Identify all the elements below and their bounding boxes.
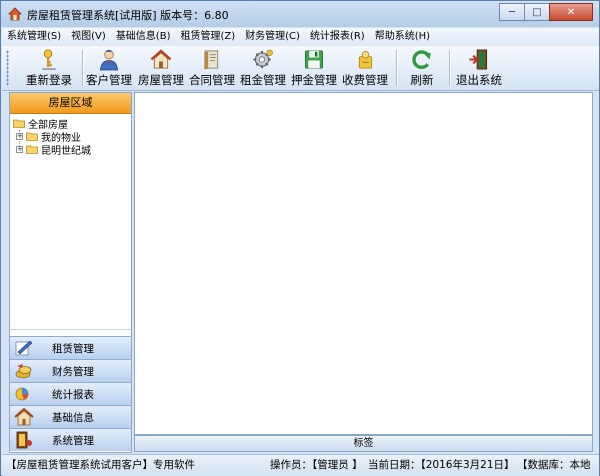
status-bar: 【房屋租赁管理系统试用客户】专用软件 操作员：【管理员 】 当前日期：【2016… bbox=[2, 454, 599, 476]
menu-finance[interactable]: 财务管理(C) bbox=[240, 28, 305, 46]
folder-icon bbox=[26, 132, 38, 141]
left-panel-header: 房屋区域 bbox=[10, 93, 131, 114]
system-icon bbox=[16, 431, 32, 449]
toolbar-separator bbox=[449, 50, 451, 86]
nav-label: 统计报表 bbox=[52, 388, 94, 401]
main-content-area[interactable] bbox=[134, 92, 593, 435]
menu-lease[interactable]: 租赁管理(Z) bbox=[175, 28, 240, 46]
nav-basic-info[interactable]: 基础信息 bbox=[10, 405, 131, 428]
toolbar-label: 房屋管理 bbox=[138, 73, 184, 87]
nav-reports[interactable]: 统计报表 bbox=[10, 382, 131, 405]
exit-door-icon bbox=[469, 49, 488, 70]
nav-lease[interactable]: 租赁管理 bbox=[10, 336, 131, 359]
house-tree: 全部房屋 + 我的物业 + 昆明世纪城 bbox=[10, 114, 131, 331]
window-controls: ─ □ ✕ bbox=[499, 3, 593, 21]
nav-system[interactable]: 系统管理 bbox=[10, 428, 131, 451]
tree-node-label: 昆明世纪城 bbox=[41, 146, 91, 157]
toolbar-separator bbox=[396, 50, 398, 86]
house-icon bbox=[150, 49, 172, 69]
deposit-button[interactable]: 押金管理 bbox=[291, 48, 337, 88]
lease-icon bbox=[15, 340, 33, 356]
status-database: 【数据库：本地 bbox=[517, 459, 591, 471]
toolbar-label: 租金管理 bbox=[240, 73, 286, 87]
contract-button[interactable]: 合同管理 bbox=[189, 48, 235, 88]
floppy-deposit-icon bbox=[304, 50, 324, 69]
close-button[interactable]: ✕ bbox=[549, 3, 593, 21]
status-date: 当前日期：【2016年3月21日】 bbox=[368, 459, 515, 471]
toolbar-label: 押金管理 bbox=[291, 73, 337, 87]
toolbar-label: 合同管理 bbox=[189, 73, 235, 87]
nav-label: 财务管理 bbox=[52, 365, 94, 378]
app-logo-icon bbox=[8, 7, 22, 21]
rent-button[interactable]: 租金管理 bbox=[240, 48, 286, 88]
customer-icon bbox=[99, 49, 119, 71]
refresh-button[interactable]: 刷新 bbox=[410, 48, 434, 88]
charge-icon bbox=[358, 50, 373, 69]
toolbar-separator bbox=[82, 50, 84, 86]
tree-expander[interactable]: + bbox=[16, 146, 23, 153]
menu-system[interactable]: 系统管理(S) bbox=[2, 28, 66, 46]
toolbar: 重新登录 客户管理 房屋管理 合同管理 租金管理 押金管理 收费管理 刷新 退出… bbox=[2, 46, 599, 91]
toolbar-grip[interactable] bbox=[6, 50, 9, 86]
refresh-icon bbox=[412, 50, 431, 69]
maximize-button[interactable]: □ bbox=[524, 3, 550, 21]
left-panel-divider bbox=[10, 329, 131, 330]
finance-icon bbox=[15, 364, 32, 379]
gear-rent-icon bbox=[253, 49, 273, 69]
tree-expander[interactable]: + bbox=[16, 133, 23, 140]
exit-button[interactable]: 退出系统 bbox=[456, 48, 502, 88]
menu-bar: 系统管理(S) 视图(V) 基础信息(B) 租赁管理(Z) 财务管理(C) 统计… bbox=[2, 28, 599, 46]
customer-button[interactable]: 客户管理 bbox=[86, 48, 132, 88]
menu-basic-info[interactable]: 基础信息(B) bbox=[111, 28, 176, 46]
title-bar[interactable]: 房屋租赁管理系统[试用版] 版本号：6.80 ─ □ ✕ bbox=[1, 1, 599, 27]
menu-help[interactable]: 帮助系统(H) bbox=[370, 28, 435, 46]
status-operator: 操作员：【管理员 】 bbox=[270, 459, 363, 471]
toolbar-label: 客户管理 bbox=[86, 73, 132, 87]
house-button[interactable]: 房屋管理 bbox=[138, 48, 184, 88]
status-product: 【房屋租赁管理系统试用客户】专用软件 bbox=[6, 459, 195, 471]
tree-node-kunming[interactable]: + 昆明世纪城 bbox=[16, 142, 91, 157]
menu-reports[interactable]: 统计报表(R) bbox=[305, 28, 370, 46]
nav-label: 租赁管理 bbox=[52, 342, 94, 355]
charge-button[interactable]: 收费管理 bbox=[342, 48, 388, 88]
app-window: 房屋租赁管理系统[试用版] 版本号：6.80 ─ □ ✕ 系统管理(S) 视图(… bbox=[0, 0, 600, 476]
minimize-button[interactable]: ─ bbox=[499, 3, 525, 21]
left-panel: 房屋区域 全部房屋 + 我的物业 + 昆明世纪城 租赁管理 财务管理 统计报表 … bbox=[9, 92, 132, 453]
window-title: 房屋租赁管理系统[试用版] 版本号：6.80 bbox=[27, 9, 229, 22]
toolbar-label: 收费管理 bbox=[342, 73, 388, 87]
contract-icon bbox=[204, 50, 219, 70]
nav-finance[interactable]: 财务管理 bbox=[10, 359, 131, 382]
folder-icon bbox=[26, 145, 38, 154]
folder-icon bbox=[13, 119, 25, 128]
tag-bar[interactable]: 标签 bbox=[134, 435, 593, 452]
relogin-button[interactable]: 重新登录 bbox=[26, 48, 72, 88]
basic-info-icon bbox=[14, 408, 34, 426]
toolbar-label: 重新登录 bbox=[26, 73, 72, 87]
nav-label: 系统管理 bbox=[52, 434, 94, 447]
report-icon bbox=[15, 387, 29, 401]
key-user-icon bbox=[42, 49, 56, 70]
toolbar-label: 退出系统 bbox=[456, 73, 502, 87]
nav-label: 基础信息 bbox=[52, 411, 94, 424]
menu-view[interactable]: 视图(V) bbox=[66, 28, 111, 46]
toolbar-label: 刷新 bbox=[410, 73, 434, 87]
